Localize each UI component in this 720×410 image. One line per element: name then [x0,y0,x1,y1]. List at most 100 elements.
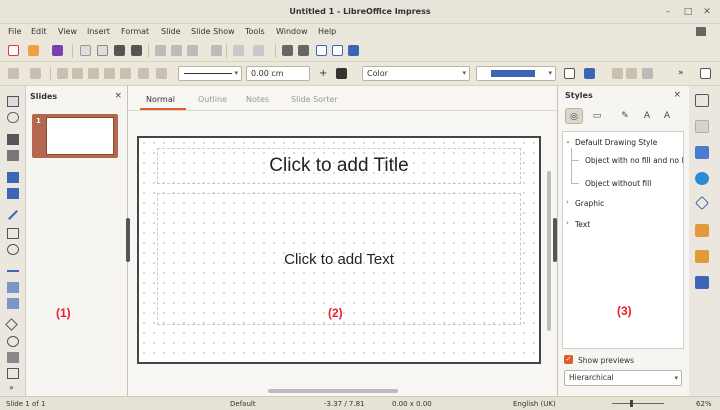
style-object-without-fill[interactable]: Object without fill [585,179,651,188]
export-icon[interactable] [80,45,91,56]
style-object-no-fill-no-line[interactable]: Object with no fill and no line [585,156,683,165]
crop-icon[interactable] [584,68,595,79]
menu-edit[interactable]: Edit [31,27,47,36]
menu-view[interactable]: View [58,27,77,36]
new-style-icon[interactable]: A [638,108,656,124]
line-icon[interactable] [156,68,167,79]
tab-notes[interactable]: Notes [246,95,269,104]
copy-icon[interactable] [171,45,182,56]
fontwork-icon[interactable] [7,150,19,161]
print-preview-icon[interactable] [131,45,142,56]
line-color-tool-icon[interactable] [7,172,19,183]
minimize-button[interactable]: – [662,6,674,18]
styles-pane-close-button[interactable]: × [673,90,681,100]
zoom-slider[interactable] [612,403,664,404]
styles-list[interactable]: ⌄ Default Drawing Style Object with no f… [562,131,684,349]
maximize-button[interactable]: □ [682,6,694,18]
transform-icon[interactable] [57,68,68,79]
align-icon[interactable] [30,68,41,79]
properties-icon[interactable] [695,94,709,107]
line-width-increase-button[interactable]: + [319,68,327,79]
sidebar-toggle-icon[interactable] [700,68,711,79]
zoom-level[interactable]: 62% [696,400,712,408]
bring-front-icon[interactable] [612,68,623,79]
area-style-select[interactable]: Color ▾ [362,66,470,81]
menu-slide-show[interactable]: Slide Show [191,27,235,36]
flowchart-icon[interactable] [7,368,19,379]
redo-icon[interactable] [253,45,264,56]
slide-thumbnail[interactable]: 1 [32,114,118,158]
tab-outline[interactable]: Outline [198,95,227,104]
horizontal-scrollbar[interactable] [268,389,398,393]
shadow-toggle-icon[interactable] [564,68,575,79]
tab-slide-sorter[interactable]: Slide Sorter [291,95,338,104]
styles-deck-icon[interactable] [695,120,709,133]
flip-icon[interactable] [88,68,99,79]
style-default-drawing-style[interactable]: Default Drawing Style [575,138,657,147]
chevron-right-icon[interactable]: › [566,198,569,206]
line-width-field[interactable]: 0.00 cm [246,66,310,81]
ellipse-tool-icon[interactable] [7,244,19,255]
text-box-icon[interactable] [7,134,19,145]
gallery-icon[interactable] [695,146,709,159]
menu-tools[interactable]: Tools [245,27,265,36]
slide-canvas[interactable]: Click to add Title Click to add Text (2) [137,136,541,364]
title-placeholder[interactable]: Click to add Title [157,148,521,184]
chevron-down-icon[interactable]: ⌄ [565,137,571,145]
menu-insert[interactable]: Insert [87,27,110,36]
save-icon[interactable] [52,45,63,56]
clone-formatting-icon[interactable] [211,45,222,56]
menu-slide[interactable]: Slide [161,27,181,36]
drawing-styles-icon[interactable]: ◎ [565,108,583,124]
fill-format-mode-icon[interactable]: ✎ [616,108,634,124]
line-color-icon[interactable] [336,68,347,79]
show-previews-checkbox[interactable]: ✓ Show previews [564,355,634,365]
zoom-icon[interactable] [7,112,19,123]
slides-pane-collapse-handle[interactable] [126,218,130,262]
arrow-tool-icon[interactable] [7,270,19,272]
line-tool-icon[interactable] [8,210,18,220]
more-drawing-tools-icon[interactable]: » [9,383,14,392]
display-views-icon[interactable] [348,45,359,56]
style-group-graphic[interactable]: Graphic [575,199,604,208]
print-icon[interactable] [114,45,125,56]
spelling-icon[interactable] [298,45,309,56]
style-filter-select[interactable]: Hierarchical ▾ [564,370,682,386]
fill-color-tool-icon[interactable] [7,188,19,199]
chevron-right-icon[interactable]: › [566,219,569,227]
navigator-icon[interactable] [695,172,709,185]
select-icon[interactable] [8,68,19,79]
rotate-icon[interactable] [72,68,83,79]
open-icon[interactable] [28,45,39,56]
slides-pane-close-button[interactable]: × [114,91,122,101]
symbol-shapes-icon[interactable] [7,336,19,347]
menu-window[interactable]: Window [276,27,308,36]
rectangle-tool-icon[interactable] [7,228,19,239]
style-group-text[interactable]: Text [575,220,590,229]
block-arrows-icon[interactable] [7,352,19,363]
undo-icon[interactable] [233,45,244,56]
cut-icon[interactable] [155,45,166,56]
checkbox-checked-icon[interactable]: ✓ [564,355,573,364]
update-style-icon[interactable]: A [658,108,676,124]
tab-normal[interactable]: Normal [146,95,175,104]
close-document-icon[interactable] [696,27,706,36]
menu-format[interactable]: Format [121,27,149,36]
new-icon[interactable] [8,45,19,56]
master-slides-icon[interactable] [695,276,709,289]
points-icon[interactable] [138,68,149,79]
menu-file[interactable]: File [8,27,21,36]
find-replace-icon[interactable] [282,45,293,56]
grid-icon[interactable] [316,45,327,56]
send-back-icon[interactable] [626,68,637,79]
basic-shapes-icon[interactable] [5,318,18,331]
shapes-icon[interactable] [694,195,710,211]
zoom-slider-handle[interactable] [630,400,633,407]
curve-tool-icon[interactable] [7,282,19,293]
menu-help[interactable]: Help [318,27,336,36]
vertical-scrollbar[interactable] [547,171,551,331]
helplines-icon[interactable] [332,45,343,56]
shadow-icon[interactable] [120,68,131,79]
align-objects-icon[interactable] [642,68,653,79]
language-indicator[interactable]: English (UK) [513,400,556,408]
